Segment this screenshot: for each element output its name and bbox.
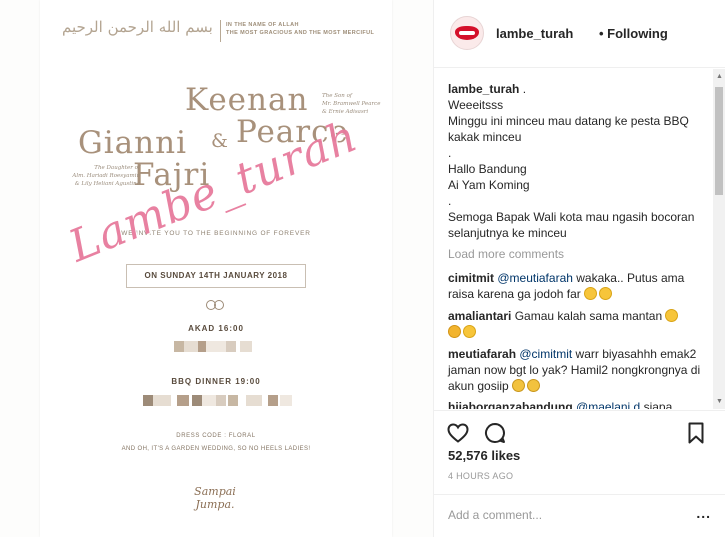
dancing-emoji-icon — [527, 379, 541, 392]
post-sidebar: lambe_turah • Following lambe_turah . We… — [434, 0, 725, 537]
caption-line: Hallo Bandung — [448, 162, 527, 176]
caption-line: Semoga Bapak Wali kota mau ngasih bocora… — [448, 210, 698, 240]
comment-username[interactable]: cimitmit — [448, 271, 494, 285]
pixelated-block — [198, 341, 206, 352]
scrollbar-thumb[interactable] — [715, 87, 723, 195]
surprised-emoji-icon — [463, 325, 476, 338]
akad-time: AKAD 16:00 — [188, 324, 244, 333]
closing-text: Sampai Jumpa. — [194, 485, 236, 511]
pixelated-block — [206, 341, 226, 352]
comment-text: siapa — [640, 400, 673, 409]
comment-username[interactable]: meutiafarah — [448, 347, 516, 361]
header-divider — [220, 20, 221, 42]
pixelated-block — [268, 395, 278, 406]
comment-item: cimitmit @meutiafarah wakaka.. Putus ama… — [448, 270, 710, 302]
caption-line: . — [448, 194, 452, 208]
pixelated-block — [174, 341, 184, 352]
caption: lambe_turah . Weeeitsss Minggu ini mince… — [448, 81, 708, 241]
pixelated-block — [192, 395, 202, 406]
dancing-emoji-icon — [512, 379, 526, 392]
caption-first-suffix: . — [519, 82, 527, 96]
caption-username[interactable]: lambe_turah — [448, 82, 519, 96]
post-view: بسم الله الرحمن الرحيم IN THE NAME OF AL… — [0, 0, 725, 537]
dress-code: DRESS CODE : FLORAL — [176, 433, 256, 439]
add-comment-bar: Add a comment... ... — [434, 494, 725, 537]
scroll-down-icon[interactable]: ▼ — [716, 398, 723, 405]
tears-of-joy-emoji-icon — [584, 287, 598, 300]
comment-item: meutiafarah @cimitmit warr biyasahhh ema… — [448, 346, 710, 394]
comment-mention[interactable]: @cimitmit — [519, 347, 572, 361]
likes-count[interactable]: 52,576 likes — [448, 448, 520, 463]
lips-icon — [455, 26, 479, 40]
heart-icon[interactable] — [446, 421, 470, 445]
bride-first-name: Gianni — [78, 125, 188, 161]
scroll-up-icon[interactable]: ▲ — [716, 73, 723, 80]
pixelated-block — [153, 395, 171, 406]
tears-of-joy-emoji-icon — [599, 287, 613, 300]
bismillah-text: IN THE NAME OF ALLAH THE MOST GRACIOUS A… — [226, 22, 375, 36]
comments-scroll-area[interactable]: lambe_turah . Weeeitsss Minggu ini mince… — [434, 69, 725, 409]
pixelated-block — [184, 341, 198, 352]
header-username[interactable]: lambe_turah — [496, 26, 573, 41]
comment-username[interactable]: amaliantari — [448, 309, 511, 323]
comment-username[interactable]: hijaborganzabandung — [448, 400, 573, 409]
pixelated-block — [202, 395, 216, 406]
load-more-comments[interactable]: Load more comments — [448, 247, 564, 261]
scrollbar[interactable]: ▲ ▼ — [713, 69, 725, 409]
pixelated-block — [280, 395, 292, 406]
caption-line: . — [448, 146, 452, 160]
rings-icon — [205, 300, 227, 312]
arabic-calligraphy: بسم الله الرحمن الرحيم — [62, 18, 213, 36]
comment-text: Gamau kalah sama mantan — [511, 309, 663, 323]
bookmark-icon[interactable] — [684, 421, 708, 445]
groom-first-name: Keenan — [185, 82, 309, 118]
pixelated-block — [143, 395, 153, 406]
caption-line: Weeeitsss — [448, 98, 504, 112]
post-timestamp[interactable]: 4 HOURS AGO — [448, 471, 513, 481]
date-box: ON SUNDAY 14TH JANUARY 2018 — [126, 264, 306, 288]
post-photo[interactable]: بسم الله الرحمن الرحيم IN THE NAME OF AL… — [0, 0, 434, 537]
heart-eyes-emoji-icon — [448, 325, 461, 338]
pixelated-block — [226, 341, 236, 352]
grinning-emoji-icon — [665, 309, 679, 322]
comment-mention[interactable]: @maelani.d — [576, 400, 640, 409]
comment-item: amaliantari Gamau kalah sama mantan — [448, 308, 710, 340]
ampersand: & — [211, 130, 228, 152]
comment-item: hijaborganzabandung @maelani.d siapa — [448, 399, 710, 409]
bbq-time: BBQ DINNER 19:00 — [171, 377, 261, 386]
following-button[interactable]: • Following — [599, 26, 668, 41]
pixelated-block — [228, 395, 238, 406]
post-header: lambe_turah • Following — [434, 0, 725, 68]
comment-icon[interactable] — [483, 421, 507, 445]
add-comment-input[interactable]: Add a comment... — [448, 508, 542, 522]
pixelated-block — [216, 395, 226, 406]
comment-mention[interactable]: @meutiafarah — [497, 271, 573, 285]
pixelated-block — [177, 395, 189, 406]
action-bar — [434, 410, 725, 450]
invitation-card: بسم الله الرحمن الرحيم IN THE NAME OF AL… — [40, 0, 392, 537]
caption-line: Ai Yam Koming — [448, 178, 530, 192]
garden-note: AND OH, IT'S A GARDEN WEDDING, SO NO HEE… — [121, 446, 311, 452]
bride-parents: The Daughter of Alm. Hariadi Roesyamin &… — [72, 165, 140, 187]
groom-parents: The Son of Mr. Bramwell Pearce & Ernie A… — [322, 93, 381, 115]
pixelated-block — [240, 341, 252, 352]
avatar[interactable] — [450, 16, 484, 50]
more-options-icon[interactable]: ... — [696, 505, 711, 521]
pixelated-block — [246, 395, 262, 406]
caption-line: Minggu ini minceu mau datang ke pesta BB… — [448, 114, 693, 144]
